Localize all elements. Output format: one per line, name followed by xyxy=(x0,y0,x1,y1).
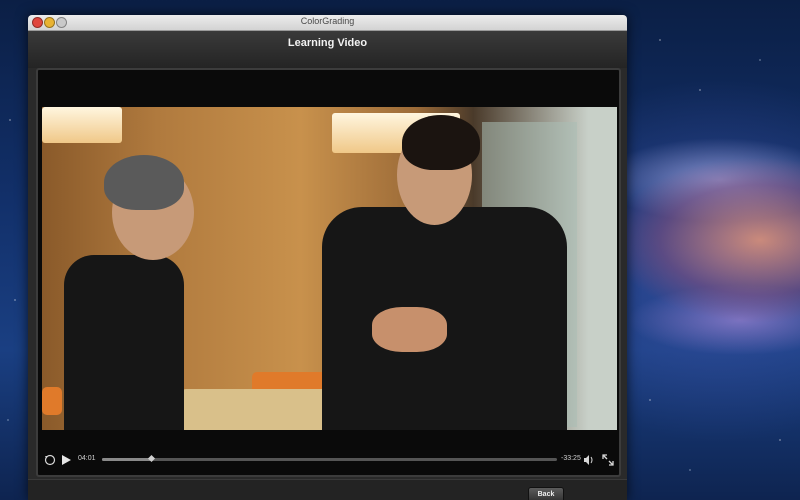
remaining-time: -33:25 xyxy=(561,455,581,462)
volume-icon[interactable] xyxy=(583,454,595,466)
video-player: 04:01 -33:25 xyxy=(36,68,621,477)
person-right-hair xyxy=(402,115,480,170)
chair xyxy=(42,387,62,415)
elapsed-time: 04:01 xyxy=(78,455,96,462)
back-button[interactable]: Back xyxy=(528,487,564,500)
page-title: Learning Video xyxy=(287,37,368,49)
title-bar[interactable]: ColorGrading xyxy=(28,15,627,31)
play-icon[interactable] xyxy=(60,454,72,466)
playback-controls: 04:01 -33:25 xyxy=(42,452,617,468)
person-left-hair xyxy=(104,155,184,210)
window-title: ColorGrading xyxy=(300,16,355,26)
main-content: 04:01 -33:25 xyxy=(28,68,627,479)
ceiling-lamp xyxy=(42,107,122,143)
app-window: ColorGrading Learning Video 04:01 -33:25… xyxy=(28,15,627,500)
footer-bar: Back xyxy=(28,479,627,500)
person-right-hands xyxy=(372,307,447,352)
page-header: Learning Video xyxy=(28,31,627,69)
video-frame[interactable] xyxy=(42,107,617,430)
fullscreen-icon[interactable] xyxy=(602,454,614,466)
seek-bar[interactable] xyxy=(102,454,557,463)
person-left xyxy=(64,255,184,430)
seek-progress xyxy=(102,458,151,461)
replay-30-icon[interactable] xyxy=(44,454,56,466)
